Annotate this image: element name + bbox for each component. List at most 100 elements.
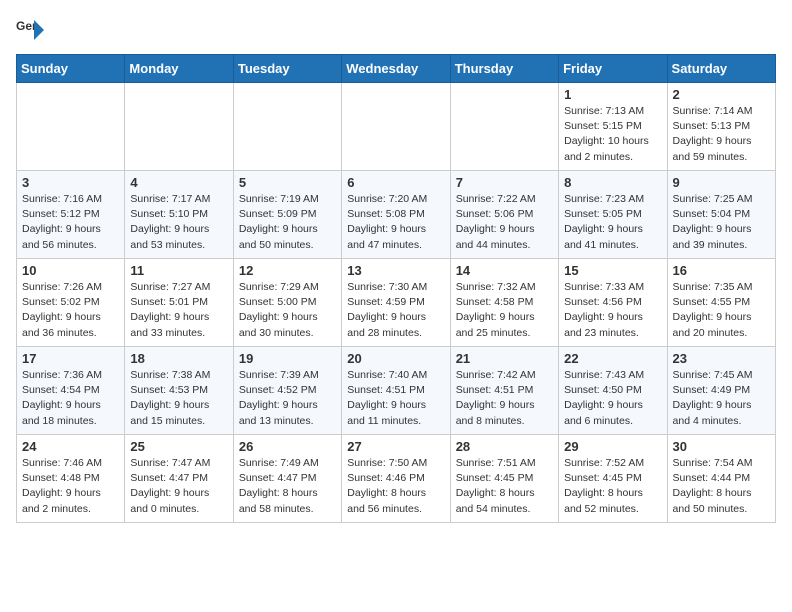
day-info: Sunrise: 7:26 AMSunset: 5:02 PMDaylight:… [22,280,119,341]
day-info: Sunrise: 7:13 AMSunset: 5:15 PMDaylight:… [564,104,661,165]
day-number: 21 [456,351,553,366]
calendar-cell: 9 Sunrise: 7:25 AMSunset: 5:04 PMDaylight… [667,171,775,259]
day-number: 9 [673,175,770,190]
day-info: Sunrise: 7:39 AMSunset: 4:52 PMDaylight:… [239,368,336,429]
day-number: 3 [22,175,119,190]
day-info: Sunrise: 7:43 AMSunset: 4:50 PMDaylight:… [564,368,661,429]
day-number: 22 [564,351,661,366]
calendar-table: SundayMondayTuesdayWednesdayThursdayFrid… [16,54,776,523]
day-number: 18 [130,351,227,366]
calendar-cell: 28 Sunrise: 7:51 AMSunset: 4:45 PMDayligh… [450,435,558,523]
day-number: 15 [564,263,661,278]
day-info: Sunrise: 7:49 AMSunset: 4:47 PMDaylight:… [239,456,336,517]
calendar-week-2: 10 Sunrise: 7:26 AMSunset: 5:02 PMDayligh… [17,259,776,347]
calendar-cell: 8Sunrise: 7:23 AMSunset: 5:05 PMDaylight… [559,171,667,259]
day-info: Sunrise: 7:47 AMSunset: 4:47 PMDaylight:… [130,456,227,517]
calendar-cell: 10 Sunrise: 7:26 AMSunset: 5:02 PMDayligh… [17,259,125,347]
calendar-cell: 16 Sunrise: 7:35 AMSunset: 4:55 PMDayligh… [667,259,775,347]
weekday-header-friday: Friday [559,55,667,83]
day-info: Sunrise: 7:40 AMSunset: 4:51 PMDaylight:… [347,368,444,429]
day-number: 6 [347,175,444,190]
calendar-cell: 3 Sunrise: 7:16 AMSunset: 5:12 PMDaylight… [17,171,125,259]
day-info: Sunrise: 7:32 AMSunset: 4:58 PMDaylight:… [456,280,553,341]
day-number: 29 [564,439,661,454]
day-info: Sunrise: 7:17 AMSunset: 5:10 PMDaylight:… [130,192,227,253]
day-number: 11 [130,263,227,278]
day-number: 1 [564,87,661,102]
calendar-cell: 20 Sunrise: 7:40 AMSunset: 4:51 PMDayligh… [342,347,450,435]
calendar-cell [342,83,450,171]
weekday-header-sunday: Sunday [17,55,125,83]
day-number: 19 [239,351,336,366]
day-number: 28 [456,439,553,454]
calendar-cell: 29 Sunrise: 7:52 AMSunset: 4:45 PMDayligh… [559,435,667,523]
day-number: 13 [347,263,444,278]
weekday-header-row: SundayMondayTuesdayWednesdayThursdayFrid… [17,55,776,83]
day-info: Sunrise: 7:42 AMSunset: 4:51 PMDaylight:… [456,368,553,429]
weekday-header-monday: Monday [125,55,233,83]
day-info: Sunrise: 7:25 AMSunset: 5:04 PMDaylight:… [673,192,770,253]
calendar-cell: 24 Sunrise: 7:46 AMSunset: 4:48 PMDayligh… [17,435,125,523]
day-info: Sunrise: 7:27 AMSunset: 5:01 PMDaylight:… [130,280,227,341]
day-info: Sunrise: 7:22 AMSunset: 5:06 PMDaylight:… [456,192,553,253]
day-info: Sunrise: 7:51 AMSunset: 4:45 PMDaylight:… [456,456,553,517]
day-info: Sunrise: 7:14 AMSunset: 5:13 PMDaylight:… [673,104,770,165]
day-number: 4 [130,175,227,190]
calendar-cell: 30 Sunrise: 7:54 AMSunset: 4:44 PMDayligh… [667,435,775,523]
weekday-header-saturday: Saturday [667,55,775,83]
weekday-header-thursday: Thursday [450,55,558,83]
logo-icon: Gen [16,16,44,44]
day-info: Sunrise: 7:19 AMSunset: 5:09 PMDaylight:… [239,192,336,253]
calendar-week-1: 3 Sunrise: 7:16 AMSunset: 5:12 PMDaylight… [17,171,776,259]
calendar-cell [17,83,125,171]
day-info: Sunrise: 7:35 AMSunset: 4:55 PMDaylight:… [673,280,770,341]
calendar-week-3: 17Sunrise: 7:36 AMSunset: 4:54 PMDayligh… [17,347,776,435]
day-number: 7 [456,175,553,190]
day-number: 30 [673,439,770,454]
calendar-cell: 21 Sunrise: 7:42 AMSunset: 4:51 PMDayligh… [450,347,558,435]
calendar-cell: 15Sunrise: 7:33 AMSunset: 4:56 PMDayligh… [559,259,667,347]
calendar-cell: 23 Sunrise: 7:45 AMSunset: 4:49 PMDayligh… [667,347,775,435]
day-info: Sunrise: 7:45 AMSunset: 4:49 PMDaylight:… [673,368,770,429]
weekday-header-wednesday: Wednesday [342,55,450,83]
day-number: 16 [673,263,770,278]
calendar-cell: 13 Sunrise: 7:30 AMSunset: 4:59 PMDayligh… [342,259,450,347]
day-info: Sunrise: 7:29 AMSunset: 5:00 PMDaylight:… [239,280,336,341]
day-number: 26 [239,439,336,454]
logo: Gen [16,16,48,44]
calendar-cell: 7 Sunrise: 7:22 AMSunset: 5:06 PMDaylight… [450,171,558,259]
calendar-cell: 18 Sunrise: 7:38 AMSunset: 4:53 PMDayligh… [125,347,233,435]
day-info: Sunrise: 7:50 AMSunset: 4:46 PMDaylight:… [347,456,444,517]
calendar-header: SundayMondayTuesdayWednesdayThursdayFrid… [17,55,776,83]
calendar-week-0: 1 Sunrise: 7:13 AMSunset: 5:15 PMDaylight… [17,83,776,171]
day-number: 24 [22,439,119,454]
calendar-cell: 4 Sunrise: 7:17 AMSunset: 5:10 PMDaylight… [125,171,233,259]
calendar-cell [233,83,341,171]
day-info: Sunrise: 7:38 AMSunset: 4:53 PMDaylight:… [130,368,227,429]
calendar-cell [125,83,233,171]
day-number: 20 [347,351,444,366]
day-number: 10 [22,263,119,278]
day-info: Sunrise: 7:46 AMSunset: 4:48 PMDaylight:… [22,456,119,517]
day-number: 2 [673,87,770,102]
day-info: Sunrise: 7:30 AMSunset: 4:59 PMDaylight:… [347,280,444,341]
calendar-cell: 1 Sunrise: 7:13 AMSunset: 5:15 PMDaylight… [559,83,667,171]
day-info: Sunrise: 7:23 AMSunset: 5:05 PMDaylight:… [564,192,661,253]
day-info: Sunrise: 7:52 AMSunset: 4:45 PMDaylight:… [564,456,661,517]
day-info: Sunrise: 7:16 AMSunset: 5:12 PMDaylight:… [22,192,119,253]
calendar-cell: 6 Sunrise: 7:20 AMSunset: 5:08 PMDaylight… [342,171,450,259]
day-info: Sunrise: 7:54 AMSunset: 4:44 PMDaylight:… [673,456,770,517]
day-info: Sunrise: 7:36 AMSunset: 4:54 PMDaylight:… [22,368,119,429]
calendar-cell: 26 Sunrise: 7:49 AMSunset: 4:47 PMDayligh… [233,435,341,523]
day-info: Sunrise: 7:20 AMSunset: 5:08 PMDaylight:… [347,192,444,253]
calendar-cell: 25Sunrise: 7:47 AMSunset: 4:47 PMDayligh… [125,435,233,523]
day-number: 23 [673,351,770,366]
calendar-cell: 22 Sunrise: 7:43 AMSunset: 4:50 PMDayligh… [559,347,667,435]
day-number: 5 [239,175,336,190]
calendar-cell: 11 Sunrise: 7:27 AMSunset: 5:01 PMDayligh… [125,259,233,347]
header: Gen [16,16,776,44]
calendar-body: 1 Sunrise: 7:13 AMSunset: 5:15 PMDaylight… [17,83,776,523]
calendar-cell: 5 Sunrise: 7:19 AMSunset: 5:09 PMDaylight… [233,171,341,259]
day-number: 27 [347,439,444,454]
calendar-cell: 17Sunrise: 7:36 AMSunset: 4:54 PMDayligh… [17,347,125,435]
